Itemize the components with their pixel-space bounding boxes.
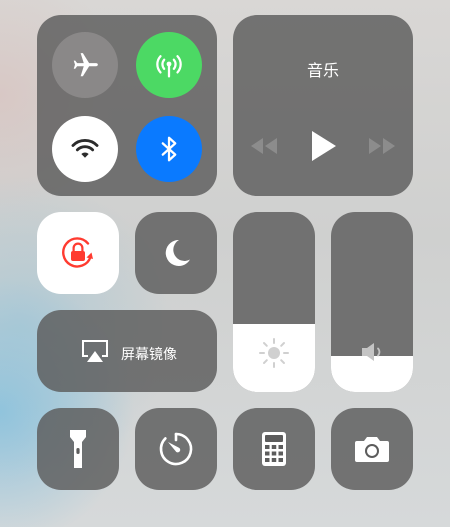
orientation-lock-button[interactable] [37,212,119,294]
play-icon[interactable] [307,129,339,163]
antenna-icon [156,55,182,78]
speaker-icon [362,343,381,361]
moon-icon [165,239,190,266]
screen-mirroring-button[interactable]: 屏幕镜像 [37,310,217,392]
music-panel: 音乐 [233,15,413,196]
connectivity-panel [37,15,217,196]
cellular-data-toggle[interactable] [136,32,202,98]
sun-icon [259,338,289,368]
bluetooth-icon [161,136,177,162]
camera-icon [355,437,389,462]
airplay-icon [82,340,108,362]
flashlight-icon [70,430,86,468]
calculator-button[interactable] [233,408,315,490]
do-not-disturb-button[interactable] [135,212,217,294]
timer-icon [159,432,193,466]
timer-button[interactable] [135,408,217,490]
airplane-mode-toggle[interactable] [52,32,118,98]
brightness-slider[interactable] [233,212,315,392]
rewind-icon[interactable] [249,136,279,156]
camera-button[interactable] [331,408,413,490]
wifi-icon [71,139,99,158]
fast-forward-icon[interactable] [367,136,397,156]
flashlight-button[interactable] [37,408,119,490]
music-title: 音乐 [306,61,339,80]
calculator-icon [262,432,286,466]
airplane-icon [73,53,98,77]
wifi-toggle[interactable] [52,116,118,182]
bluetooth-toggle[interactable] [136,116,202,182]
screen-mirroring-label: 屏幕镜像 [121,347,177,363]
rotation-lock-icon [62,237,93,268]
volume-slider[interactable] [331,212,413,392]
